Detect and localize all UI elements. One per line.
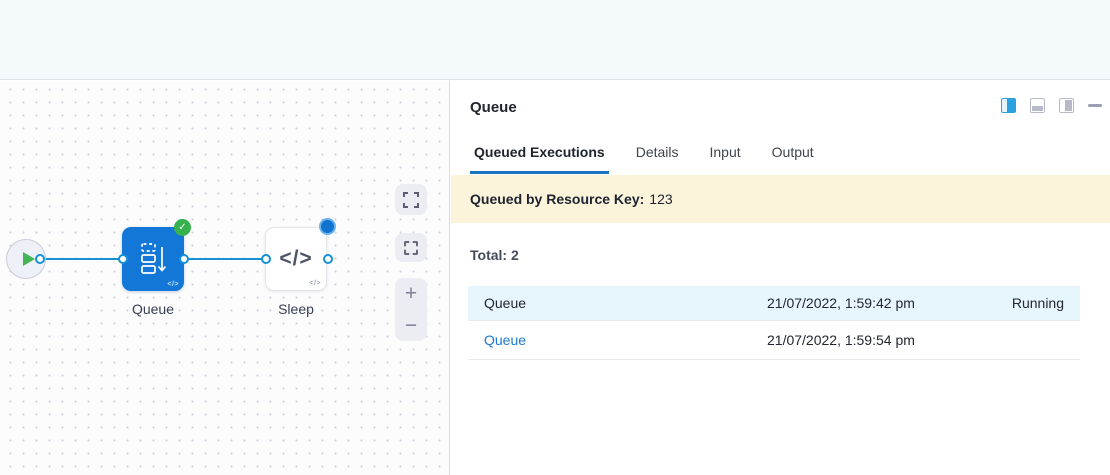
trigger-output-port[interactable] (35, 254, 45, 264)
panel-tabs: Queued Executions Details Input Output (470, 141, 1110, 173)
play-icon (23, 252, 35, 266)
layout-right-panel-icon[interactable] (1059, 98, 1074, 113)
sleep-input-port[interactable] (261, 254, 271, 264)
execution-name: Queue (484, 295, 767, 311)
node-details-panel: Queue Queued Executions Details Input Ou… (451, 81, 1110, 475)
sleep-output-port[interactable] (323, 254, 333, 264)
tab-input[interactable]: Input (706, 141, 745, 171)
node-label-sleep: Sleep (265, 301, 327, 317)
tab-queued-executions[interactable]: Queued Executions (470, 141, 609, 174)
queue-icon (137, 241, 169, 277)
selection-mode-button[interactable] (395, 233, 427, 262)
success-badge-icon: ✓ (174, 219, 191, 236)
fit-view-icon (403, 192, 419, 208)
node-queue[interactable]: </> (122, 227, 184, 291)
panel-title: Queue (470, 99, 517, 116)
connection-edge (184, 258, 266, 260)
execution-time: 21/07/2022, 1:59:42 pm (767, 295, 954, 311)
panel-layout-controls (1001, 98, 1102, 113)
code-icon: </> (279, 247, 312, 271)
running-badge-icon (319, 218, 336, 235)
resource-key-banner: Queued by Resource Key: 123 (451, 175, 1110, 223)
top-bar (0, 0, 1110, 80)
node-sleep[interactable]: </> </> (265, 227, 327, 291)
execution-time: 21/07/2022, 1:59:54 pm (767, 332, 954, 348)
node-label-queue: Queue (122, 301, 184, 317)
execution-row[interactable]: Queue 21/07/2022, 1:59:54 pm (468, 321, 1080, 360)
tab-output[interactable]: Output (768, 141, 818, 171)
selection-icon (404, 241, 418, 255)
queue-input-port[interactable] (118, 254, 128, 264)
zoom-controls: + − (395, 278, 427, 341)
execution-row[interactable]: Queue 21/07/2022, 1:59:42 pm Running (468, 286, 1080, 321)
zoom-in-button[interactable]: + (405, 280, 417, 308)
total-count: Total: 2 (470, 247, 519, 263)
execution-status: Running (954, 295, 1064, 311)
banner-label: Queued by Resource Key: (470, 191, 644, 207)
executions-table: Queue 21/07/2022, 1:59:42 pm Running Que… (468, 286, 1080, 360)
zoom-out-button[interactable]: − (405, 311, 417, 339)
banner-value: 123 (649, 191, 672, 207)
layout-bottom-panel-icon[interactable] (1030, 98, 1045, 113)
queue-output-port[interactable] (179, 254, 189, 264)
workflow-canvas[interactable]: </> ✓ Queue </> </> Sleep + (0, 81, 450, 475)
code-icon: </> (309, 280, 321, 287)
connection-edge (40, 258, 124, 260)
fit-view-button[interactable] (395, 184, 427, 215)
layout-split-left-icon[interactable] (1001, 98, 1016, 113)
minimize-icon[interactable] (1088, 104, 1102, 107)
workflow-app: </> ✓ Queue </> </> Sleep + (0, 0, 1110, 475)
execution-name-link[interactable]: Queue (484, 332, 767, 348)
tab-details[interactable]: Details (632, 141, 683, 171)
code-icon: </> (167, 281, 179, 288)
